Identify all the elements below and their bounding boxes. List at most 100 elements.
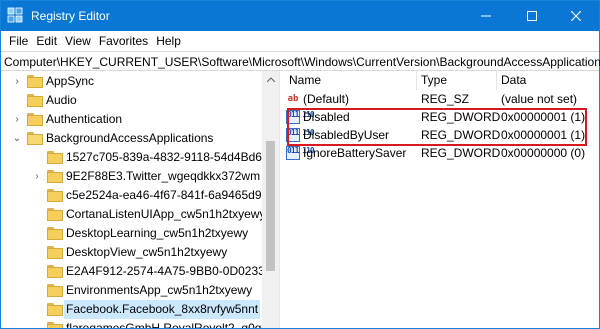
- scroll-up-button[interactable]: [262, 71, 279, 88]
- scroll-thumb[interactable]: [266, 141, 275, 271]
- column-divider[interactable]: [416, 71, 417, 90]
- value-row[interactable]: 011 110 Disabled REG_DWORD 0x00000001 (1): [283, 108, 599, 126]
- address-path[interactable]: Computer\HKEY_CURRENT_USER\Software\Micr…: [4, 55, 600, 69]
- string-value-icon: ab: [287, 94, 299, 104]
- tree-item[interactable]: E2A4F912-2574-4A75-9BB0-0D02337: [1, 262, 271, 281]
- close-button[interactable]: [553, 1, 599, 31]
- tree-item[interactable]: CortanaListenUIApp_cw5n1h2txyewy: [1, 205, 265, 224]
- dword-value-icon: 011 110: [286, 128, 315, 142]
- value-type: REG_SZ: [421, 92, 470, 106]
- folder-icon: [27, 132, 43, 145]
- tree-item-label: Authentication: [46, 112, 123, 126]
- registry-editor-window: Registry Editor File Edit View Favorites…: [0, 0, 600, 329]
- value-row[interactable]: ab (Default) REG_SZ (value not set): [283, 90, 599, 108]
- registry-app-icon: [7, 7, 23, 23]
- value-data: 0x00000001 (1): [501, 110, 586, 124]
- tree-item-label: AppSync: [46, 74, 95, 88]
- menu-file[interactable]: File: [5, 31, 32, 51]
- value-row[interactable]: 011 110 DisabledByUser REG_DWORD 0x00000001…: [283, 126, 599, 144]
- dword-value-icon: 011 110: [286, 110, 315, 124]
- tree-item[interactable]: › 9E2F88E3.Twitter_wgeqdkkx372wm: [1, 167, 262, 186]
- chevron-right-icon[interactable]: ›: [12, 110, 22, 129]
- folder-icon: [47, 265, 63, 278]
- tree-item[interactable]: › Authentication: [1, 110, 262, 129]
- title-bar[interactable]: Registry Editor: [1, 1, 599, 31]
- column-header-name[interactable]: Name: [289, 71, 321, 90]
- tree-item[interactable]: EnvironmentsApp_cw5n1h2txyewy: [1, 281, 262, 300]
- value-type: REG_DWORD: [421, 110, 501, 124]
- tree-item-label: DesktopView_cw5n1h2txyewy: [66, 245, 228, 259]
- tree-item[interactable]: c5e2524a-ea46-4f67-841f-6a9465d9c: [1, 186, 268, 205]
- value-type: REG_DWORD: [421, 128, 501, 142]
- tree-item[interactable]: ⌄ BackgroundAccessApplications: [1, 129, 262, 148]
- tree-item-label: flaregamesGmbH.RoyalRevolt2_g0q0z: [66, 321, 275, 328]
- tree-item-label: 1527c705-839a-4832-9118-54d4Bd6a: [66, 150, 269, 164]
- menu-view[interactable]: View: [61, 31, 95, 51]
- folder-icon: [27, 94, 43, 107]
- tree-item[interactable]: flaregamesGmbH.RoyalRevolt2_g0q0z: [1, 319, 274, 328]
- chevron-down-icon[interactable]: ⌄: [12, 129, 22, 148]
- tree-item[interactable]: DesktopView_cw5n1h2txyewy: [1, 243, 262, 262]
- tree-item[interactable]: Facebook.Facebook_8xx8rvfyw5nnt: [1, 300, 262, 319]
- tree-item[interactable]: DesktopLearning_cw5n1h2txyewy: [1, 224, 262, 243]
- tree-scrollbar[interactable]: [262, 71, 279, 328]
- tree-item[interactable]: 1527c705-839a-4832-9118-54d4Bd6a: [1, 148, 269, 167]
- key-tree[interactable]: › AppSync Audio › Authentication ⌄ BackgroundA…: [1, 71, 279, 328]
- folder-icon: [27, 113, 43, 126]
- value-data: (value not set): [501, 92, 578, 106]
- menu-help[interactable]: Help: [152, 31, 185, 51]
- folder-icon: [47, 170, 63, 183]
- maximize-icon: [527, 11, 537, 21]
- column-header-type[interactable]: Type: [421, 71, 447, 90]
- dword-value-icon: 011 110: [286, 146, 315, 160]
- chevron-right-icon[interactable]: ›: [12, 72, 22, 91]
- value-row[interactable]: 011 110 IgnoreBatterySaver REG_DWORD 0x0000…: [283, 144, 599, 162]
- close-icon: [571, 11, 581, 21]
- menu-favorites[interactable]: Favorites: [95, 31, 152, 51]
- minimize-icon: [481, 15, 491, 17]
- folder-icon: [47, 227, 63, 240]
- folder-icon: [47, 151, 63, 164]
- tree-item-label: Facebook.Facebook_8xx8rvfyw5nnt: [64, 300, 261, 319]
- value-name: (Default): [303, 92, 350, 106]
- tree-item[interactable]: Audio: [1, 91, 262, 110]
- value-type: REG_DWORD: [421, 146, 501, 160]
- folder-icon: [47, 246, 63, 259]
- value-name: Disabled: [303, 110, 350, 124]
- tree-item-label: CortanaListenUIApp_cw5n1h2txyewy: [66, 207, 266, 221]
- value-data: 0x00000001 (1): [501, 128, 586, 142]
- address-bar[interactable]: Computer\HKEY_CURRENT_USER\Software\Micr…: [1, 51, 600, 71]
- tree-item-label: 9E2F88E3.Twitter_wgeqdkkx372wm: [66, 169, 261, 183]
- column-header-data[interactable]: Data: [501, 71, 526, 90]
- tree-item-label: Audio: [46, 93, 77, 107]
- tree-item-label: BackgroundAccessApplications: [46, 131, 214, 145]
- folder-icon: [47, 303, 63, 316]
- folder-icon: [47, 322, 63, 328]
- menu-bar: File Edit View Favorites Help: [1, 31, 599, 51]
- value-data: 0x00000000 (0): [501, 146, 586, 160]
- tree-item-label: E2A4F912-2574-4A75-9BB0-0D02337: [66, 264, 272, 278]
- menu-edit[interactable]: Edit: [32, 31, 61, 51]
- minimize-button[interactable]: [463, 1, 509, 31]
- value-name: DisabledByUser: [303, 128, 390, 142]
- folder-icon: [47, 189, 63, 202]
- chevron-right-icon[interactable]: ›: [32, 167, 42, 186]
- window-title: Registry Editor: [31, 9, 110, 23]
- value-name: IgnoreBatterySaver: [303, 146, 407, 160]
- tree-item-label: DesktopLearning_cw5n1h2txyewy: [66, 226, 249, 240]
- values-pane[interactable]: Name Type Data ab (Default) REG_SZ (value n…: [283, 71, 599, 328]
- folder-icon: [47, 208, 63, 221]
- maximize-button[interactable]: [509, 1, 555, 31]
- tree-item[interactable]: › AppSync: [1, 72, 262, 91]
- column-divider[interactable]: [496, 71, 497, 90]
- tree-item-label: EnvironmentsApp_cw5n1h2txyewy: [66, 283, 253, 297]
- chevron-up-icon: [266, 77, 275, 82]
